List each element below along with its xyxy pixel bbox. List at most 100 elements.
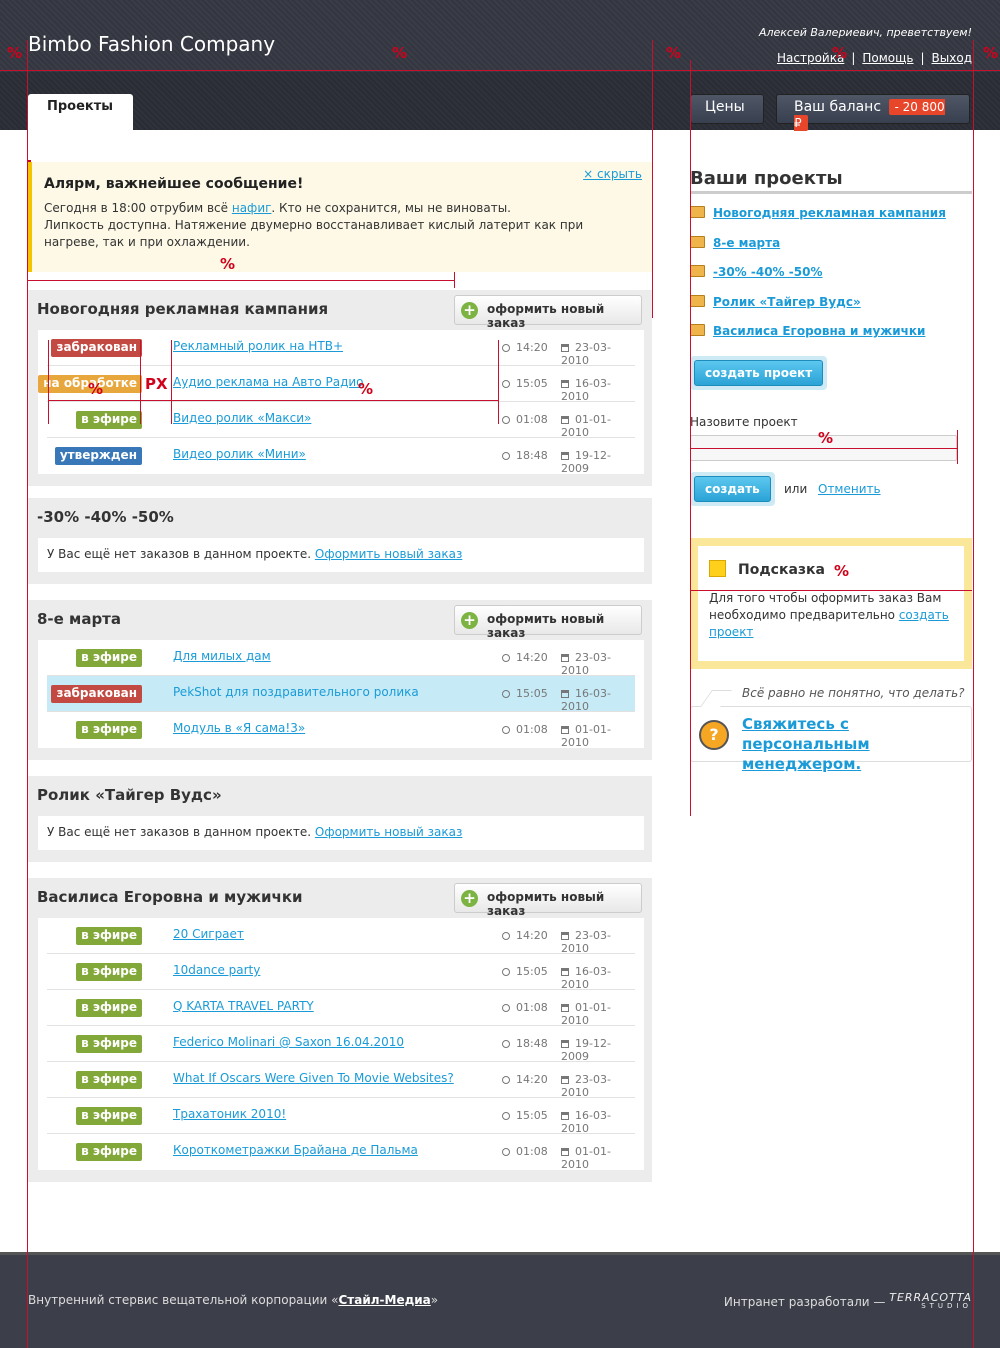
order-time-value: 01:08 (516, 413, 548, 426)
order-row[interactable]: утвержден Видео ролик «Мини» 18:48 19-12-20… (47, 438, 635, 475)
empty-new-order-link[interactable]: Оформить новый заказ (315, 547, 462, 561)
cancel-link[interactable]: Отменить (818, 482, 881, 496)
sidebar-item[interactable]: Новогодняя рекламная кампания (690, 206, 946, 236)
alert-title: Алярм, важнейшее сообщение! (44, 176, 304, 192)
order-row[interactable]: в эфире What If Oscars Were Given To Movi… (47, 1062, 635, 1099)
user-greeting: Алексей Валериевич, преветствуем! (758, 26, 972, 39)
create-project-button-wrap: создать проект (690, 356, 828, 390)
order-title-link[interactable]: 20 Сиграет (173, 927, 244, 941)
order-title-link[interactable]: PekShot для поздравительного ролика (173, 685, 419, 699)
project-title: 8-е марта (37, 610, 121, 628)
empty-new-order-link[interactable]: Оформить новый заказ (315, 825, 462, 839)
project-title: Ролик «Тайгер Вудс» (37, 786, 222, 804)
order-title-link[interactable]: Модуль в «Я сама!3» (173, 721, 305, 735)
order-title-link[interactable]: Видео ролик «Макси» (173, 411, 311, 425)
help-link[interactable]: Помощь (862, 51, 913, 65)
order-row[interactable]: в эфире Для милых дам 14:20 23-03-2010 (47, 640, 635, 677)
contact-manager-link[interactable]: Свяжитесь с персональным менеджером. (742, 714, 967, 774)
order-time: 14:20 (502, 341, 548, 354)
status-badge: утвержден (54, 447, 142, 465)
order-time: 15:05 (502, 1109, 548, 1122)
order-title-link[interactable]: 10dance party (173, 963, 260, 977)
annotation-percent: % (358, 380, 374, 398)
order-title-link[interactable]: Q KARTA TRAVEL PARTY (173, 999, 314, 1013)
order-row[interactable]: в эфире 10dance party 15:05 16-03-2010 (47, 954, 635, 991)
order-row[interactable]: в эфире Видео ролик «Макси» 01:08 01-01-201… (47, 402, 635, 439)
hint-box: Подсказка Для того чтобы оформить заказ … (690, 538, 972, 669)
calendar-icon (561, 344, 569, 352)
create-button[interactable]: создать (694, 476, 771, 502)
order-title-link[interactable]: Рекламный ролик на НТВ+ (173, 339, 343, 353)
order-row[interactable]: в эфире Q KARTA TRAVEL PARTY 01:08 01-01-20… (47, 990, 635, 1027)
clock-icon (502, 1040, 510, 1048)
order-title-link[interactable]: What If Oscars Were Given To Movie Websi… (173, 1071, 454, 1085)
calendar-icon (561, 1148, 569, 1156)
logout-link[interactable]: Выход (932, 51, 972, 65)
footer-company-link[interactable]: Стайл-Медиа (338, 1293, 430, 1307)
annotation-px: PX (145, 375, 168, 393)
order-date: 16-03-2010 (561, 965, 635, 991)
or-text: или (784, 482, 808, 496)
balance-button[interactable]: Ваш баланс - 20 800 ₽ (776, 94, 970, 131)
new-order-button[interactable]: + оформить новый заказ (454, 605, 642, 640)
order-row[interactable]: в эфире Короткометражки Брайана де Пальма… (47, 1134, 635, 1171)
header: Bimbo Fashion Company Алексей Валериевич… (0, 0, 1000, 131)
sidebar-item-link[interactable]: 8-е марта (713, 236, 780, 250)
sidebar-item[interactable]: 8-е марта (690, 235, 946, 266)
help-question: Всё равно не понятно, что делать? (742, 686, 965, 700)
sidebar-item-link[interactable]: -30% -40% -50% (713, 265, 822, 279)
clock-icon (502, 726, 510, 734)
sidebar-item-link[interactable]: Ролик «Тайгер Вудс» (713, 295, 861, 309)
new-order-button[interactable]: + оформить новый заказ (454, 883, 642, 918)
order-row[interactable]: забракован Рекламный ролик на НТВ+ 14:20 23… (47, 330, 635, 367)
sidebar-item[interactable]: -30% -40% -50% (690, 265, 946, 295)
order-row[interactable]: на обработке Аудио реклама на Авто Радио 1… (38, 366, 635, 403)
footer-right: Интранет разработали — TERRACOTTA STUDIO (724, 1292, 972, 1311)
order-time: 18:48 (502, 449, 548, 462)
prices-button[interactable]: Цены (690, 94, 764, 124)
order-row[interactable]: забракован PekShot для поздравительного р… (47, 676, 635, 713)
order-title-link[interactable]: Короткометражки Брайана де Пальма (173, 1143, 418, 1157)
calendar-icon (561, 654, 569, 662)
order-row[interactable]: в эфире Federico Molinari @ Saxon 16.04.2… (47, 1026, 635, 1063)
hide-alert-link[interactable]: × скрыть (583, 167, 642, 181)
sidebar-item-link[interactable]: Василиса Егоровна и мужички (713, 324, 925, 338)
order-date: 01-01-2010 (561, 723, 635, 749)
project-section: 8-е марта + оформить новый заказ в эфире Для… (28, 600, 652, 760)
guide-line (498, 340, 499, 424)
calendar-icon (561, 380, 569, 388)
new-order-button[interactable]: + оформить новый заказ (454, 295, 642, 330)
sidebar-item[interactable]: Василиса Егоровна и мужички (690, 324, 946, 354)
plus-icon: + (461, 612, 478, 629)
order-title-link[interactable]: Трахатоник 2010! (173, 1107, 286, 1121)
order-row[interactable]: в эфире Трахатоник 2010! 15:05 16-03-2010 (47, 1098, 635, 1135)
project-title: Новогодняя рекламная кампания (37, 300, 329, 318)
order-row[interactable]: в эфире Модуль в «Я сама!3» 01:08 01-01-201… (47, 712, 635, 749)
order-time: 01:08 (502, 1001, 548, 1014)
order-title-link[interactable]: Видео ролик «Мини» (173, 447, 306, 461)
order-time: 15:05 (502, 965, 548, 978)
calendar-icon (561, 1004, 569, 1012)
create-project-button[interactable]: создать проект (694, 360, 824, 386)
clock-icon (502, 380, 510, 388)
order-title-link[interactable]: Для милых дам (173, 649, 271, 663)
guide-line (454, 272, 455, 288)
annotation-percent: % (983, 44, 999, 62)
alert-text-part: . Кто не сохранится, мы не виноваты. (271, 201, 511, 215)
order-title-link[interactable]: Аудио реклама на Авто Радио (173, 375, 364, 389)
order-time-value: 18:48 (516, 1037, 548, 1050)
sidebar-item[interactable]: Ролик «Тайгер Вудс» (690, 294, 946, 325)
order-title-link[interactable]: Federico Molinari @ Saxon 16.04.2010 (173, 1035, 404, 1049)
brand-logo[interactable]: Bimbo Fashion Company (28, 32, 275, 56)
order-row[interactable]: в эфире 20 Сиграет 14:20 23-03-2010 (47, 918, 635, 955)
order-time-value: 15:05 (516, 965, 548, 978)
sidebar-item-link[interactable]: Новогодняя рекламная кампания (713, 206, 946, 220)
calendar-icon (561, 416, 569, 424)
guide-line (652, 40, 653, 318)
clock-icon (502, 654, 510, 662)
terracotta-logo[interactable]: TERRACOTTA STUDIO (889, 1292, 972, 1311)
tab-projects[interactable]: Проекты (28, 94, 133, 130)
alert-link[interactable]: нафиг (232, 201, 272, 215)
status-badge: в эфире (76, 927, 142, 945)
status-badge: в эфире (76, 649, 142, 667)
